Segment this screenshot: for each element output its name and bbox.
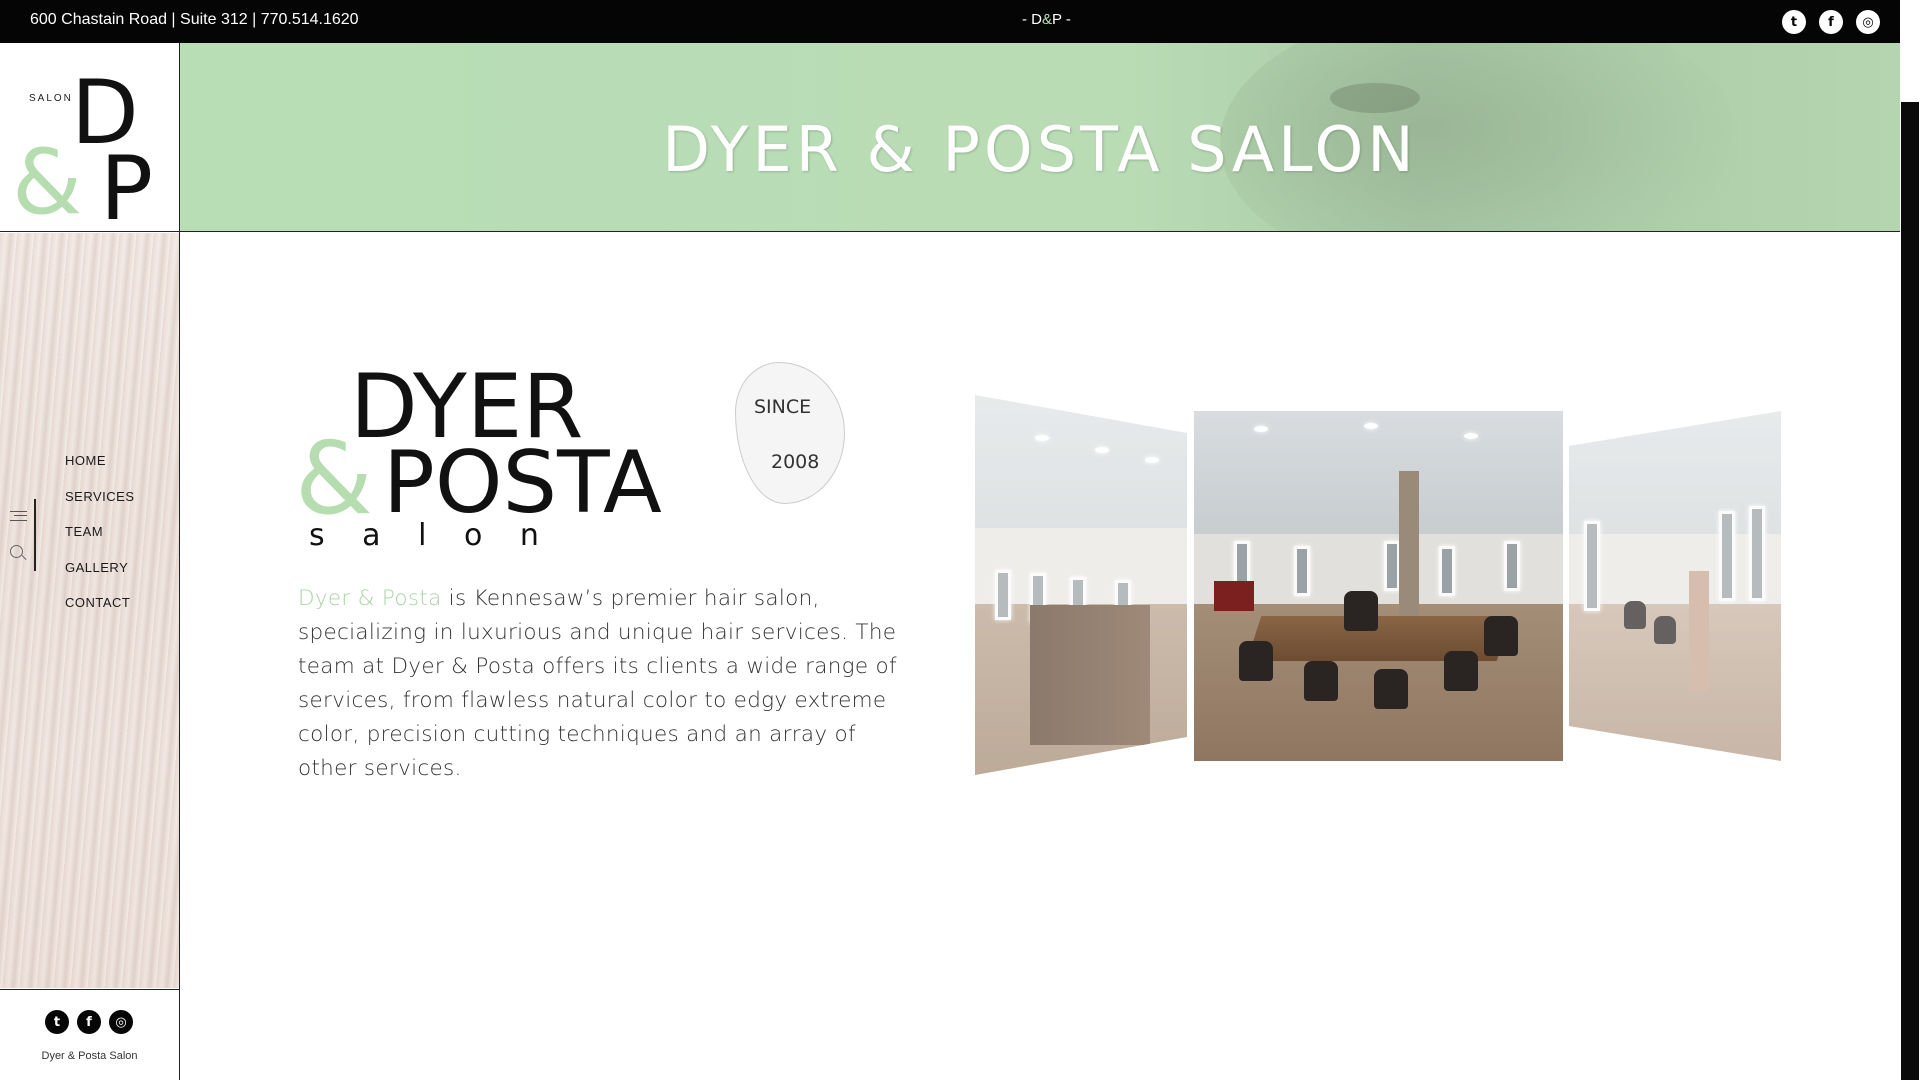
description-brand: Dyer & Posta bbox=[298, 586, 442, 611]
sidebar: SALON D & P HOME SERVICES TEAM GALLERY C… bbox=[0, 43, 180, 1080]
nav-services[interactable]: SERVICES bbox=[65, 489, 135, 525]
nav-contact[interactable]: CONTACT bbox=[65, 595, 135, 631]
logo-amp: & bbox=[12, 130, 82, 226]
scrollbar[interactable] bbox=[1900, 0, 1920, 1080]
facebook-icon[interactable]: f bbox=[1819, 10, 1843, 34]
search-icon[interactable] bbox=[10, 545, 23, 558]
main-nav: HOME SERVICES TEAM GALLERY CONTACT bbox=[65, 453, 135, 631]
hero-face-eye bbox=[1330, 83, 1420, 113]
address-phone: 600 Chastain Road | Suite 312 | 770.514.… bbox=[30, 11, 359, 28]
site-logo[interactable]: SALON D & P bbox=[0, 43, 179, 232]
instagram-icon[interactable]: ◎ bbox=[1856, 10, 1880, 34]
carousel-slide-next[interactable] bbox=[1569, 411, 1781, 761]
footer-caption: Dyer & Posta Salon bbox=[41, 1050, 138, 1062]
menu-icon[interactable] bbox=[10, 511, 27, 521]
instagram-icon[interactable]: ◎ bbox=[109, 1010, 133, 1034]
scrollbar-thumb[interactable] bbox=[1901, 102, 1919, 1080]
description-text: is Kennesaw’s premier hair salon, specia… bbox=[298, 586, 897, 781]
logo-p-letter: P bbox=[100, 137, 153, 226]
footer-social-links: t f ◎ bbox=[45, 1010, 133, 1034]
dyer-posta-logo: DYER & POSTA s a l o n bbox=[295, 355, 662, 553]
facebook-icon[interactable]: f bbox=[77, 1010, 101, 1034]
dp-logo-mark: SALON D & P bbox=[12, 61, 153, 226]
twitter-icon[interactable]: t bbox=[45, 1010, 69, 1034]
top-bar: 600 Chastain Road | Suite 312 | 770.514.… bbox=[0, 0, 1900, 43]
top-brand-mark: - D&P - bbox=[1022, 11, 1071, 28]
carousel-slide-active[interactable] bbox=[1194, 411, 1563, 761]
nav-home[interactable]: HOME bbox=[65, 453, 135, 489]
nav-gallery[interactable]: GALLERY bbox=[65, 560, 135, 596]
top-social-links: t f ◎ bbox=[1782, 10, 1880, 34]
twitter-icon[interactable]: t bbox=[1782, 10, 1806, 34]
logo-salon-spaced: s a l o n bbox=[309, 518, 553, 553]
tools-divider bbox=[34, 499, 36, 571]
hero-banner: DYER & POSTA SALON bbox=[180, 43, 1900, 232]
logo-salon-text: SALON bbox=[29, 93, 73, 104]
since-badge: SINCE 2008 bbox=[735, 362, 845, 504]
hero-title: DYER & POSTA SALON bbox=[662, 113, 1418, 186]
sidebar-footer: t f ◎ Dyer & Posta Salon bbox=[0, 989, 179, 1080]
since-year: 2008 bbox=[771, 451, 820, 473]
salon-photo-carousel[interactable] bbox=[975, 395, 1785, 775]
nav-team[interactable]: TEAM bbox=[65, 524, 135, 560]
since-label: SINCE bbox=[754, 396, 812, 418]
salon-description: Dyer & Posta is Kennesaw’s premier hair … bbox=[298, 582, 898, 786]
carousel-slide-prev[interactable] bbox=[975, 395, 1187, 775]
